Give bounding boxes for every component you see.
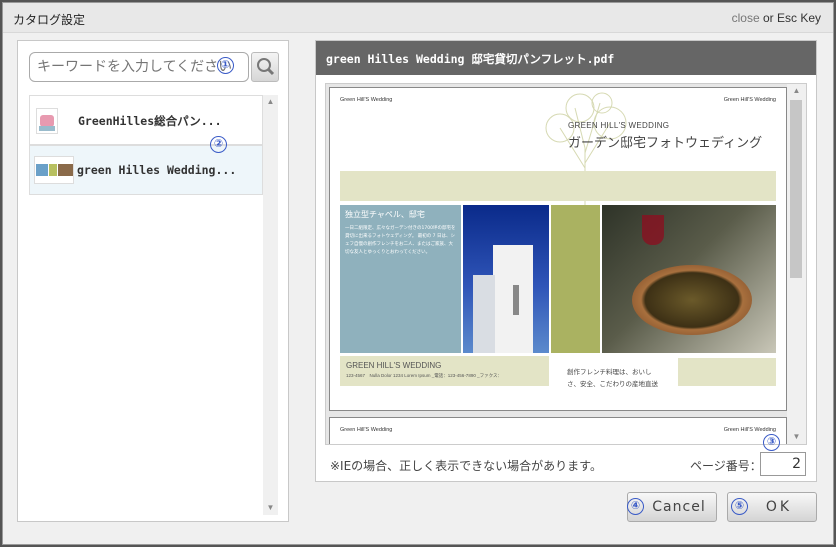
page-caption-right-line2: さ、安全、こだわりの産地直送	[567, 380, 658, 388]
pdf-page: Green Hill'S Wedding Green Hill'S Weddin…	[329, 87, 787, 411]
scroll-down-icon[interactable]: ▼	[789, 430, 804, 444]
page-caption-address: 123-4567 Nulla Dolor 1234 Lorem Ipsum _電…	[346, 373, 502, 378]
pdf-viewer[interactable]: Green Hill'S Wedding Green Hill'S Weddin…	[325, 83, 807, 445]
callout-badge-5: ⑤	[731, 498, 748, 515]
catalog-list-panel: GreenHilles総合パン... green Hilles Wedding.…	[17, 40, 289, 522]
page-caption: GREEN HILL'S WEDDING 123-4567 Nulla Dolo…	[340, 356, 549, 386]
close-hint: close or Esc Key	[732, 11, 821, 25]
dialog-title: カタログ設定	[13, 13, 86, 27]
scrollbar-thumb[interactable]	[790, 100, 802, 278]
callout-badge-3: ③	[763, 434, 780, 451]
page-caption-right: 創作フレンチ料理は、おいし さ、安全、こだわりの産地直送	[567, 366, 658, 390]
list-item[interactable]: green Hilles Wedding...	[29, 145, 263, 195]
food-photo	[602, 205, 776, 353]
page-block-body: 一日二組限定、広々なガーデン付きの1700坪の邸宅を貸切に出来るフォトウェディン…	[345, 226, 456, 255]
page-caption-right-line1: 創作フレンチ料理は、おいし	[567, 368, 652, 376]
esc-key-text: Esc Key	[776, 11, 821, 25]
callout-badge-1: ①	[217, 57, 234, 74]
viewer-scrollbar[interactable]: ▲ ▼	[787, 84, 806, 444]
page-small-band	[678, 358, 776, 386]
preview-file-name: green Hilles Wedding 邸宅貸切パンフレット.pdf	[326, 52, 615, 66]
page-intro-block: 独立型チャペル、邸宅 一日二組限定、広々なガーデン付きの1700坪の邸宅を貸切に…	[340, 205, 461, 353]
list-item-label: GreenHilles総合パン...	[78, 114, 222, 128]
page-heading-en: GREEN HILL'S WEDDING	[568, 121, 670, 130]
building-photo	[463, 205, 549, 353]
close-link[interactable]: close	[732, 11, 760, 25]
page-logo-right: Green Hill'S Wedding	[723, 97, 776, 103]
magnifier-icon	[257, 58, 275, 76]
catalog-thumbnail	[34, 156, 74, 184]
catalog-thumbnail	[36, 108, 58, 134]
ie-warning-note: ※IEの場合、正しく表示できない場合があります。	[330, 459, 602, 473]
preview-header: green Hilles Wedding 邸宅貸切パンフレット.pdf	[316, 41, 816, 75]
list-scrollbar[interactable]: ▲ ▼	[263, 95, 278, 515]
page-green-block	[551, 205, 600, 353]
list-item[interactable]: GreenHilles総合パン...	[29, 95, 263, 145]
catalog-list: GreenHilles総合パン... green Hilles Wedding.…	[29, 95, 263, 515]
preview-panel: green Hilles Wedding 邸宅貸切パンフレット.pdf Gree…	[315, 40, 817, 482]
page-caption-title: GREEN HILL'S WEDDING	[346, 361, 442, 370]
dialog-titlebar: カタログ設定 close or Esc Key	[3, 3, 833, 33]
page-number-label: ページ番号：	[690, 459, 762, 473]
ok-button-label: OK	[765, 499, 793, 515]
page-block-title: 独立型チャペル、邸宅	[345, 210, 425, 219]
page-logo-left: Green Hill'S Wedding	[340, 427, 393, 433]
list-item-label: green Hilles Wedding...	[77, 163, 237, 177]
callout-badge-4: ④	[627, 498, 644, 515]
page-logo-right: Green Hill'S Wedding	[723, 427, 776, 433]
page-logo-left: Green Hill'S Wedding	[340, 97, 393, 103]
page-band	[340, 171, 776, 201]
pdf-page: Green Hill'S Wedding Green Hill'S Weddin…	[329, 417, 787, 444]
scroll-up-icon[interactable]: ▲	[263, 95, 278, 109]
cancel-button-label: Cancel	[652, 499, 706, 515]
search-button[interactable]	[251, 52, 279, 82]
page-number-input[interactable]	[760, 452, 806, 476]
scroll-down-icon[interactable]: ▼	[263, 501, 278, 515]
search-input[interactable]	[29, 52, 249, 82]
page-heading-jp: ガーデン邸宅フォトウェディング	[568, 136, 763, 151]
callout-badge-2: ②	[210, 136, 227, 153]
or-text: or	[762, 11, 774, 25]
scroll-up-icon[interactable]: ▲	[789, 84, 804, 98]
